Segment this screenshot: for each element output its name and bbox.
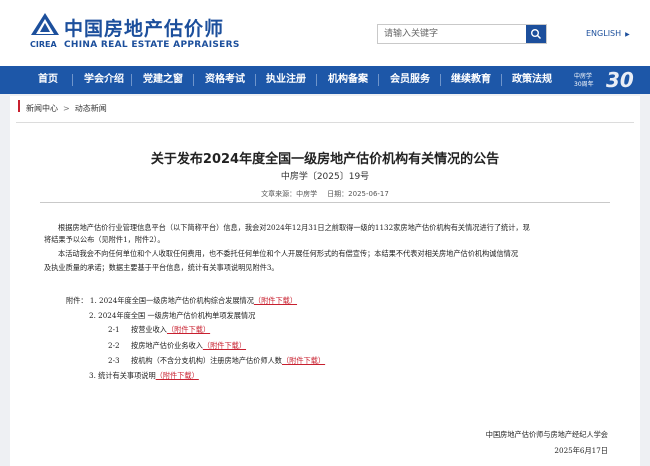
nav-item-about[interactable]: 学会介绍 xyxy=(84,66,124,94)
paragraph-2-line-1: 本活动我会不向任何单位和个人收取任何费用，也不委托任何单位和个人开展任何形式的有… xyxy=(58,249,519,258)
nav-item-member[interactable]: 会员服务 xyxy=(390,66,430,94)
nav-divider xyxy=(193,74,194,86)
main-nav: 首页 学会介绍 党建之窗 资格考试 执业注册 机构备案 会员服务 继续教育 政策… xyxy=(0,66,650,94)
search-box xyxy=(377,24,547,44)
attachment-download-link[interactable]: （附件下载） xyxy=(156,371,199,380)
attachment-1: 附件： 1. 2024年度全国一级房地产估价机构综合发展情况（附件下载） xyxy=(66,296,298,305)
attachment-download-link[interactable]: （附件下载） xyxy=(254,296,297,305)
nav-item-exam[interactable]: 资格考试 xyxy=(205,66,245,94)
paragraph-1-line-2: 将结果予以公布（见附件1，附件2）。 xyxy=(44,235,165,244)
nav-divider xyxy=(255,74,256,86)
nav-item-policy[interactable]: 政策法规 xyxy=(512,66,552,94)
attachments-label: 附件： xyxy=(66,296,88,305)
logo-chinese-name[interactable]: 中国房地产估价师 xyxy=(64,14,224,41)
triangle-right-icon: ▶ xyxy=(625,31,630,38)
attachment-download-link[interactable]: （附件下载） xyxy=(167,325,210,334)
logo-icon[interactable] xyxy=(30,12,60,36)
breadcrumb-separator: > xyxy=(63,104,70,113)
breadcrumb-news-center[interactable]: 新闻中心 xyxy=(26,104,58,113)
article-date: 日期：2025-06-17 xyxy=(327,190,389,198)
nav-item-education[interactable]: 继续教育 xyxy=(451,66,491,94)
nav-divider xyxy=(131,74,132,86)
language-switch[interactable]: ENGLISH ▶ xyxy=(586,29,630,38)
nav-item-registration[interactable]: 执业注册 xyxy=(266,66,306,94)
nav-divider xyxy=(72,74,73,86)
site-header: 中国房地产估价师 CIREA CHINA REAL ESTATE APPRAIS… xyxy=(0,0,650,66)
attachment-3: 3. 统计有关事项说明（附件下载） xyxy=(89,371,199,380)
badge-line1: 中房学 xyxy=(574,73,593,80)
nav-item-filing[interactable]: 机构备案 xyxy=(328,66,368,94)
search-button[interactable] xyxy=(526,25,546,43)
attachment-2: 2. 2024年度全国 一级房地产估价机构单项发展情况 xyxy=(89,311,256,320)
paragraph-1-line-1: 根据房地产估价行业管理信息平台（以下简称平台）信息，我会对2024年12月31日… xyxy=(58,223,530,232)
paragraph-2-line-2: 及执业质量的承诺；数据主要基于平台信息，统计有关事项说明见附件3。 xyxy=(44,263,279,272)
logo-english-name: CHINA REAL ESTATE APPRAISERS xyxy=(64,40,240,50)
article-meta: 文章来源：中房学 日期：2025-06-17 xyxy=(0,189,650,199)
attachment-2-3: 2-3 按机构（不含分支机构）注册房地产估价师人数（附件下载） xyxy=(108,356,326,365)
nav-item-home[interactable]: 首页 xyxy=(38,66,58,94)
attachment-2-1: 2-1 按营业收入（附件下载） xyxy=(108,325,211,334)
breadcrumb-divider xyxy=(16,122,634,123)
search-input[interactable] xyxy=(378,25,526,43)
logo-abbreviation: CIREA xyxy=(30,40,57,49)
article-title: 关于发布2024年度全国一级房地产估价机构有关情况的公告 xyxy=(150,152,500,167)
meta-divider xyxy=(40,202,610,203)
language-label: ENGLISH xyxy=(586,29,622,38)
nav-divider xyxy=(440,74,441,86)
nav-divider xyxy=(501,74,502,86)
signature-date: 2025年6月17日 xyxy=(554,446,608,455)
nav-divider xyxy=(378,74,379,86)
article-source: 文章来源：中房学 xyxy=(261,190,318,198)
nav-item-party[interactable]: 党建之窗 xyxy=(143,66,183,94)
breadcrumb-marker xyxy=(18,100,20,112)
attachment-download-link[interactable]: （附件下载） xyxy=(282,356,325,365)
attachment-download-link[interactable]: （附件下载） xyxy=(203,341,246,350)
attachment-2-2: 2-2 按房地产估价业务收入（附件下载） xyxy=(108,341,247,350)
breadcrumb-news[interactable]: 动态新闻 xyxy=(75,104,107,113)
badge-line2: 30周年 xyxy=(574,81,594,88)
badge-number: 30 xyxy=(606,68,634,92)
search-icon xyxy=(531,29,542,40)
anniversary-badge: 中房学 30周年 30 xyxy=(574,68,634,92)
signature-organization: 中国房地产估价师与房地产经纪人学会 xyxy=(485,430,608,439)
document-number: 中房学〔2025〕19号 xyxy=(280,172,370,182)
nav-divider xyxy=(316,74,317,86)
